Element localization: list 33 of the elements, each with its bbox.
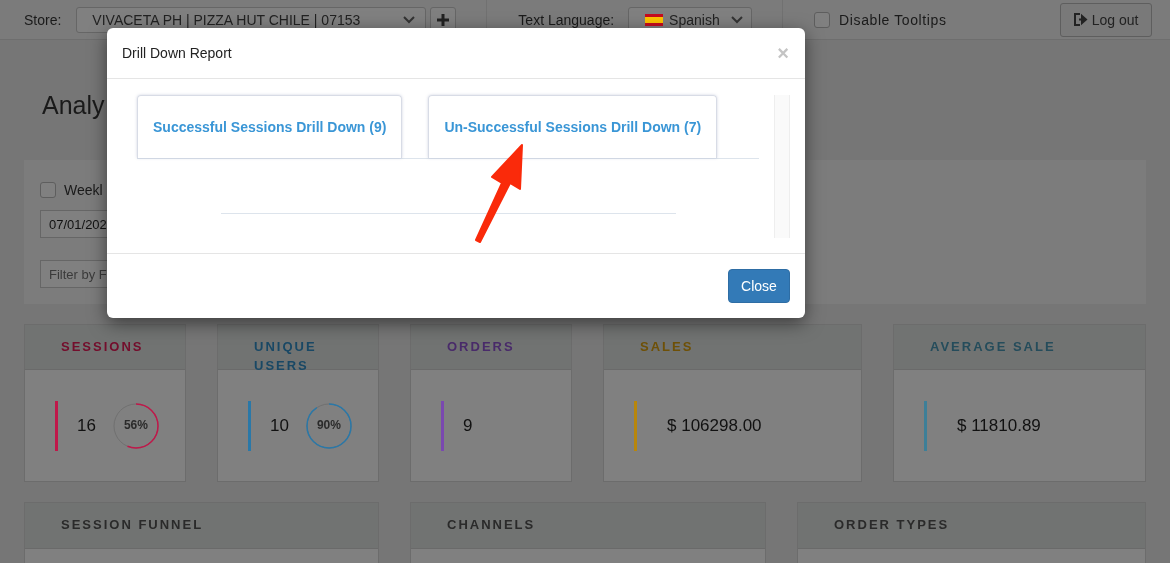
stat-value: $ 106298.00 [667, 416, 762, 436]
panel-title: CHANNELS [447, 517, 537, 532]
logout-button[interactable]: Log out [1060, 2, 1152, 37]
store-label: Store: [24, 11, 62, 28]
stat-value: 16 [77, 416, 96, 436]
stat-title: ORDERS [447, 338, 516, 356]
checkbox[interactable] [40, 182, 56, 198]
stat-title: SALES [640, 338, 695, 356]
logout-icon [1073, 13, 1088, 26]
page-title: Analy [42, 90, 106, 121]
percent-label: 90% [315, 418, 342, 432]
checkbox-label: Disable Tooltips [839, 11, 947, 28]
modal-title: Drill Down Report [122, 45, 232, 61]
stat-value: 10 [270, 416, 289, 436]
stat-value: $ 11810.89 [957, 416, 1041, 436]
stat-title: UNIQUE USERS [254, 338, 318, 375]
plus-icon [436, 12, 451, 27]
close-button[interactable]: Close [728, 269, 790, 303]
language-label: Text Language: [518, 11, 615, 28]
progress-ring [305, 403, 352, 449]
chevron-down-icon [403, 15, 416, 24]
stat-title: AVERAGE SALE [930, 338, 1057, 356]
panel-title: SESSION FUNNEL [61, 517, 205, 532]
tab[interactable]: Successful Sessions Drill Down (9) [137, 95, 403, 158]
stat-title: SESSIONS [61, 338, 145, 356]
chevron-down-icon [731, 15, 744, 24]
checkbox-label: Weekl [64, 182, 103, 198]
stat-value: 9 [463, 416, 473, 436]
checkbox[interactable] [814, 11, 831, 28]
panel-title: ORDER TYPES [834, 517, 951, 532]
progress-ring [112, 403, 159, 449]
flag-icon [645, 13, 664, 26]
percent-label: 56% [122, 418, 149, 432]
